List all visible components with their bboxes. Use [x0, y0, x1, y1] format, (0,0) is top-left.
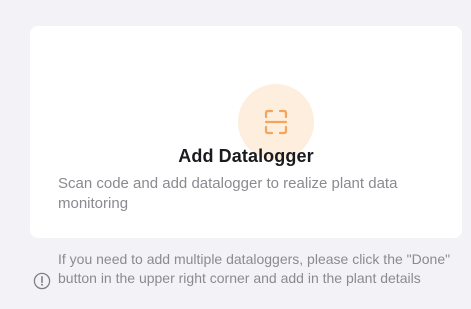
multiple-dataloggers-hint: If you need to add multiple dataloggers,…	[30, 250, 470, 308]
add-datalogger-page: Add Datalogger Scan code and add datalog…	[0, 0, 471, 309]
info-circle-icon	[33, 272, 51, 290]
add-datalogger-title: Add Datalogger	[178, 146, 314, 166]
hint-text: If you need to add multiple dataloggers,…	[58, 251, 451, 286]
add-datalogger-description: Scan code and add datalogger to realize …	[58, 175, 398, 212]
scan-icon	[264, 109, 288, 135]
